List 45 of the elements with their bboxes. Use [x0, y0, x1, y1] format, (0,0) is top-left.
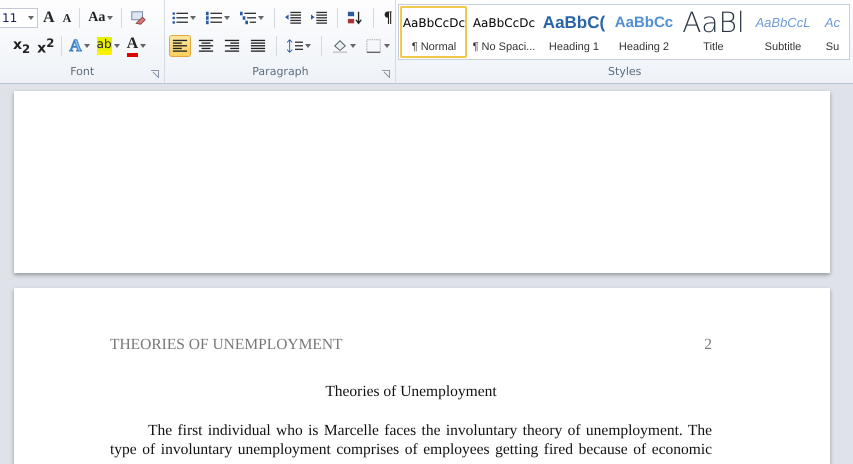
style-item[interactable]: AaBbCcDc ¶ Normal — [400, 6, 468, 58]
line-spacing-icon — [287, 38, 304, 54]
body-paragraph: The first individual who is Marcelle faces the involuntary theory of unemployment. The type of involuntary unemployment comprises of employees getting fired because of economic — [110, 421, 712, 459]
borders-icon — [366, 38, 382, 54]
dropdown-caret-icon — [305, 44, 312, 48]
align-center-icon — [198, 38, 214, 54]
change-case-button[interactable]: Aa — [85, 7, 116, 29]
group-label: Font — [70, 65, 94, 80]
decrease-indent-icon — [284, 10, 301, 26]
dropdown-caret-icon — [28, 16, 34, 20]
paint-bucket-icon — [332, 38, 348, 54]
bullet-list-icon — [172, 10, 188, 26]
dropdown-caret-icon — [140, 44, 146, 48]
script-button[interactable]: x$_{2}$ — [10, 35, 34, 57]
show-marks-button[interactable]: ¶ — [380, 7, 396, 29]
shrink-font-button[interactable]: A — [60, 7, 74, 29]
group-label: Styles — [608, 65, 642, 80]
multilevel-list-icon — [240, 10, 256, 26]
dropdown-caret-icon — [114, 44, 120, 48]
dialog-launcher-icon[interactable] — [382, 70, 390, 78]
grow-font-button[interactable]: A — [40, 7, 58, 29]
dropdown-caret-icon — [190, 16, 196, 20]
group-label: Paragraph — [252, 65, 309, 80]
align-left-icon — [172, 38, 188, 54]
numbered-list-icon — [206, 10, 222, 26]
increase-indent-icon — [310, 10, 327, 26]
page-number: 2 — [704, 336, 712, 354]
eraser-icon — [130, 10, 146, 26]
font-size-field[interactable]: 11 — [0, 8, 38, 28]
dropdown-caret-icon — [258, 16, 264, 20]
highlight-button[interactable]: ab — [94, 35, 123, 57]
sort-icon — [347, 10, 364, 26]
dropdown-caret-icon — [350, 44, 356, 48]
align-right-icon — [224, 38, 240, 54]
script-button[interactable]: x$^{2}$ — [34, 35, 58, 57]
font-color-button[interactable]: A — [124, 35, 150, 57]
page-header: THEORIES OF UNEMPLOYMENT — [110, 336, 342, 354]
dropdown-caret-icon — [384, 44, 390, 48]
justify-icon — [250, 38, 266, 54]
dropdown-caret-icon — [224, 16, 230, 20]
align-left-button[interactable] — [169, 35, 192, 57]
dropdown-caret-icon — [107, 16, 114, 20]
dropdown-caret-icon — [84, 44, 90, 48]
dialog-launcher-icon[interactable] — [151, 70, 160, 78]
document-title: Theories of Unemployment — [324, 383, 498, 401]
